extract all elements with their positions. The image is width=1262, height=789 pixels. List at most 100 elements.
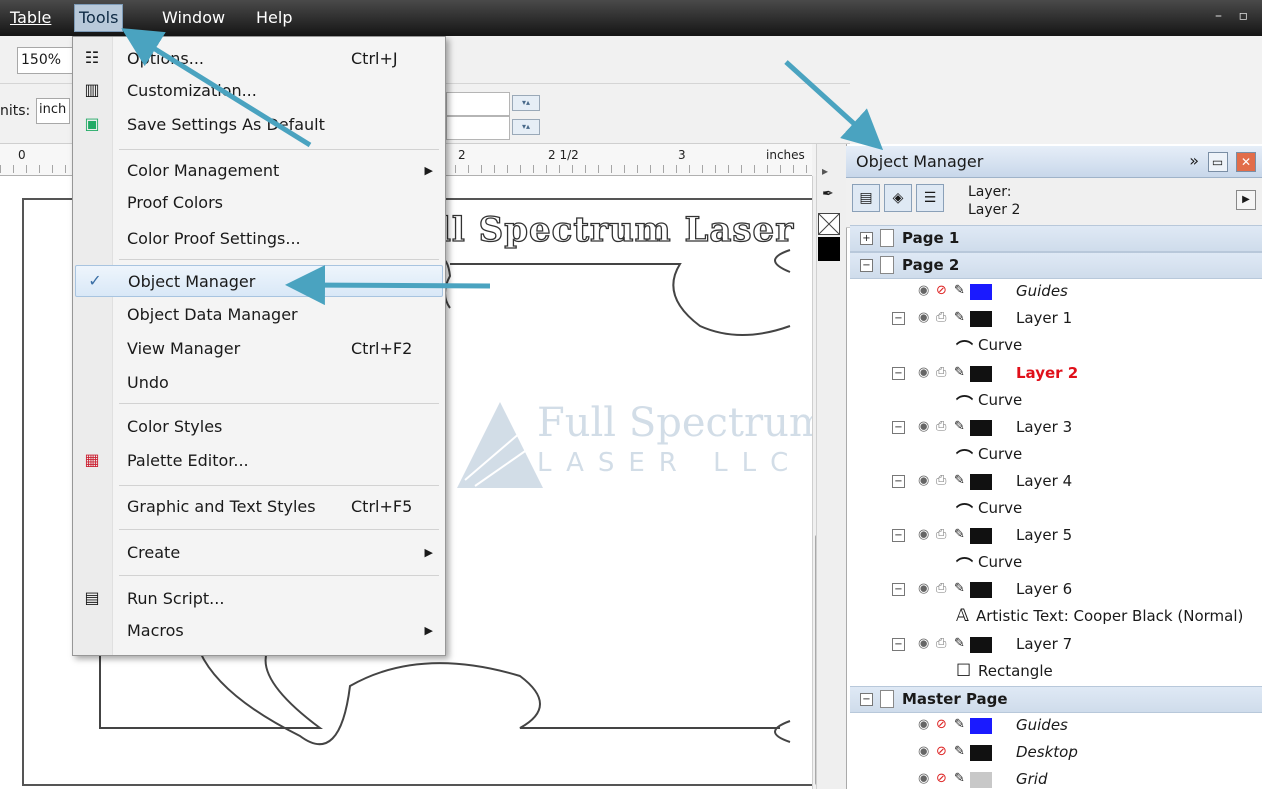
menu-item-create[interactable]: Create ▶ [73, 537, 445, 569]
spin-buttons-1[interactable]: ▾▴ [512, 95, 540, 111]
printer-icon[interactable]: ⎙ [936, 636, 946, 651]
tree-object-row[interactable]: ⌒ Curve [850, 496, 1262, 523]
expand-toggle-icon[interactable]: − [892, 529, 905, 542]
visibility-eye-icon[interactable]: ◉ [918, 771, 929, 786]
edit-across-layers-icon[interactable]: ◈ [884, 184, 912, 212]
edit-pencil-icon[interactable]: ✎ [954, 473, 965, 488]
window-controls[interactable]: – ▫ [1215, 8, 1254, 24]
edit-pencil-icon[interactable]: ✎ [954, 419, 965, 434]
tree-layer-row[interactable]: − ◉ ⎙ ✎ Layer 7 [850, 632, 1262, 659]
visibility-eye-icon[interactable]: ◉ [918, 473, 929, 488]
eyedropper-icon[interactable]: ✒ [822, 186, 834, 202]
expand-toggle-icon[interactable]: − [892, 475, 905, 488]
tree-layer-row[interactable]: − ◉ ⎙ ✎ Layer 4 [850, 469, 1262, 496]
tree-layer-row[interactable]: − ◉ ⎙ ✎ Layer 3 [850, 415, 1262, 442]
spin-buttons-2[interactable]: ▾▴ [512, 119, 540, 135]
print-disabled-icon[interactable]: ⊘ [936, 771, 947, 786]
units-select[interactable]: inch [36, 98, 70, 124]
tree-layer-row[interactable]: − ◉ ⎙ ✎ Layer 2 [850, 361, 1262, 388]
layer-manager-view-icon[interactable]: ☰ [916, 184, 944, 212]
printer-icon[interactable]: ⎙ [936, 527, 946, 542]
menu-item-color-styles[interactable]: Color Styles [73, 411, 445, 443]
layer-color-swatch[interactable] [970, 582, 992, 598]
tree-object-row[interactable]: ⌒ Curve [850, 550, 1262, 577]
print-disabled-icon[interactable]: ⊘ [936, 717, 947, 732]
menu-item-view-manager[interactable]: View Manager Ctrl+F2 [73, 333, 445, 365]
artistic-text[interactable]: ll Spectrum Laser [437, 209, 794, 250]
layer-color-swatch[interactable] [970, 637, 992, 653]
menu-item-object-data-manager[interactable]: Object Data Manager [73, 299, 445, 331]
layer-color-swatch[interactable] [970, 366, 992, 382]
expand-toggle-icon[interactable]: − [892, 638, 905, 651]
expand-toggle-icon[interactable]: − [860, 259, 873, 272]
nudge-field-1[interactable] [446, 92, 510, 116]
menu-item-graphic-text-styles[interactable]: Graphic and Text Styles Ctrl+F5 [73, 491, 445, 523]
visibility-eye-icon[interactable]: ◉ [918, 310, 929, 325]
tree-page-row[interactable]: − Master Page [850, 686, 1262, 713]
edit-pencil-icon[interactable]: ✎ [954, 636, 965, 651]
visibility-eye-icon[interactable]: ◉ [918, 419, 929, 434]
menu-item-palette-editor[interactable]: ▦ Palette Editor... [73, 445, 445, 477]
menu-item-object-manager[interactable]: ✓ Object Manager [75, 265, 443, 297]
visibility-eye-icon[interactable]: ◉ [918, 636, 929, 651]
menu-item-save-settings[interactable]: ▣ Save Settings As Default [73, 109, 445, 141]
printer-icon[interactable]: ⎙ [936, 365, 946, 380]
printer-icon[interactable]: ⎙ [936, 310, 946, 325]
expand-toggle-icon[interactable]: − [892, 367, 905, 380]
tree-object-row[interactable]: ☐ Rectangle [850, 659, 1262, 686]
menu-item-color-management[interactable]: Color Management ▶ [73, 155, 445, 187]
menu-tools[interactable]: Tools [74, 4, 124, 32]
tree-layer-row[interactable]: − ◉ ⎙ ✎ Layer 1 [850, 306, 1262, 333]
visibility-eye-icon[interactable]: ◉ [918, 744, 929, 759]
visibility-eye-icon[interactable]: ◉ [918, 717, 929, 732]
printer-icon[interactable]: ⎙ [936, 419, 946, 434]
edit-pencil-icon[interactable]: ✎ [954, 310, 965, 325]
tree-object-row[interactable]: ⌒ Curve [850, 442, 1262, 469]
layer-color-swatch[interactable] [970, 772, 992, 788]
edit-pencil-icon[interactable]: ✎ [954, 581, 965, 596]
edit-pencil-icon[interactable]: ✎ [954, 744, 965, 759]
object-manager-menu-button[interactable]: ▶ [1236, 190, 1256, 210]
tree-page-row[interactable]: − Page 2 [850, 252, 1262, 279]
print-disabled-icon[interactable]: ⊘ [936, 283, 947, 298]
close-docker-button[interactable]: ✕ [1236, 152, 1256, 172]
no-color-swatch[interactable] [818, 213, 840, 235]
edit-pencil-icon[interactable]: ✎ [954, 771, 965, 786]
tree-object-row[interactable]: 𝔸 Artistic Text: Cooper Black (Normal) [850, 604, 1262, 631]
layer-color-swatch[interactable] [970, 718, 992, 734]
edit-pencil-icon[interactable]: ✎ [954, 527, 965, 542]
visibility-eye-icon[interactable]: ◉ [918, 527, 929, 542]
tree-layer-row[interactable]: ◉ ⊘ ✎ Guides [850, 279, 1262, 306]
menu-item-color-proof-settings[interactable]: Color Proof Settings... [73, 223, 445, 255]
tree-object-row[interactable]: ⌒ Curve [850, 388, 1262, 415]
minimize-docker-button[interactable]: ▭ [1207, 152, 1228, 172]
tree-layer-row[interactable]: − ◉ ⎙ ✎ Layer 6 [850, 577, 1262, 604]
expand-toggle-icon[interactable]: − [892, 583, 905, 596]
layer-color-swatch[interactable] [970, 474, 992, 490]
edit-pencil-icon[interactable]: ✎ [954, 283, 965, 298]
menu-item-run-script[interactable]: ▤ Run Script... [73, 583, 445, 615]
print-disabled-icon[interactable]: ⊘ [936, 744, 947, 759]
layer-color-swatch[interactable] [970, 284, 992, 300]
layer-color-swatch[interactable] [970, 311, 992, 327]
menu-window[interactable]: Window [158, 8, 229, 27]
layer-color-swatch[interactable] [970, 420, 992, 436]
tree-layer-row[interactable]: ◉ ⊘ ✎ Guides [850, 713, 1262, 740]
menu-item-options[interactable]: ☷ Options... Ctrl+J [73, 43, 445, 75]
menu-table[interactable]: Table [6, 8, 55, 27]
expand-toggle-icon[interactable]: − [892, 421, 905, 434]
tree-layer-row[interactable]: ◉ ⊘ ✎ Grid [850, 767, 1262, 789]
printer-icon[interactable]: ⎙ [936, 581, 946, 596]
menu-item-customization[interactable]: ▥ Customization... [73, 75, 445, 107]
expand-docker-icon[interactable]: » [1189, 151, 1199, 170]
tree-layer-row[interactable]: ◉ ⊘ ✎ Desktop [850, 740, 1262, 767]
scroll-arrow-icon[interactable]: ▸ [822, 164, 828, 178]
menu-item-proof-colors[interactable]: Proof Colors [73, 187, 445, 219]
tree-page-row[interactable]: + Page 1 [850, 225, 1262, 252]
layer-color-swatch[interactable] [970, 745, 992, 761]
layer-color-swatch[interactable] [970, 528, 992, 544]
menu-help[interactable]: Help [252, 8, 296, 27]
visibility-eye-icon[interactable]: ◉ [918, 365, 929, 380]
expand-toggle-icon[interactable]: + [860, 232, 873, 245]
tree-object-row[interactable]: ⌒ Curve [850, 333, 1262, 360]
